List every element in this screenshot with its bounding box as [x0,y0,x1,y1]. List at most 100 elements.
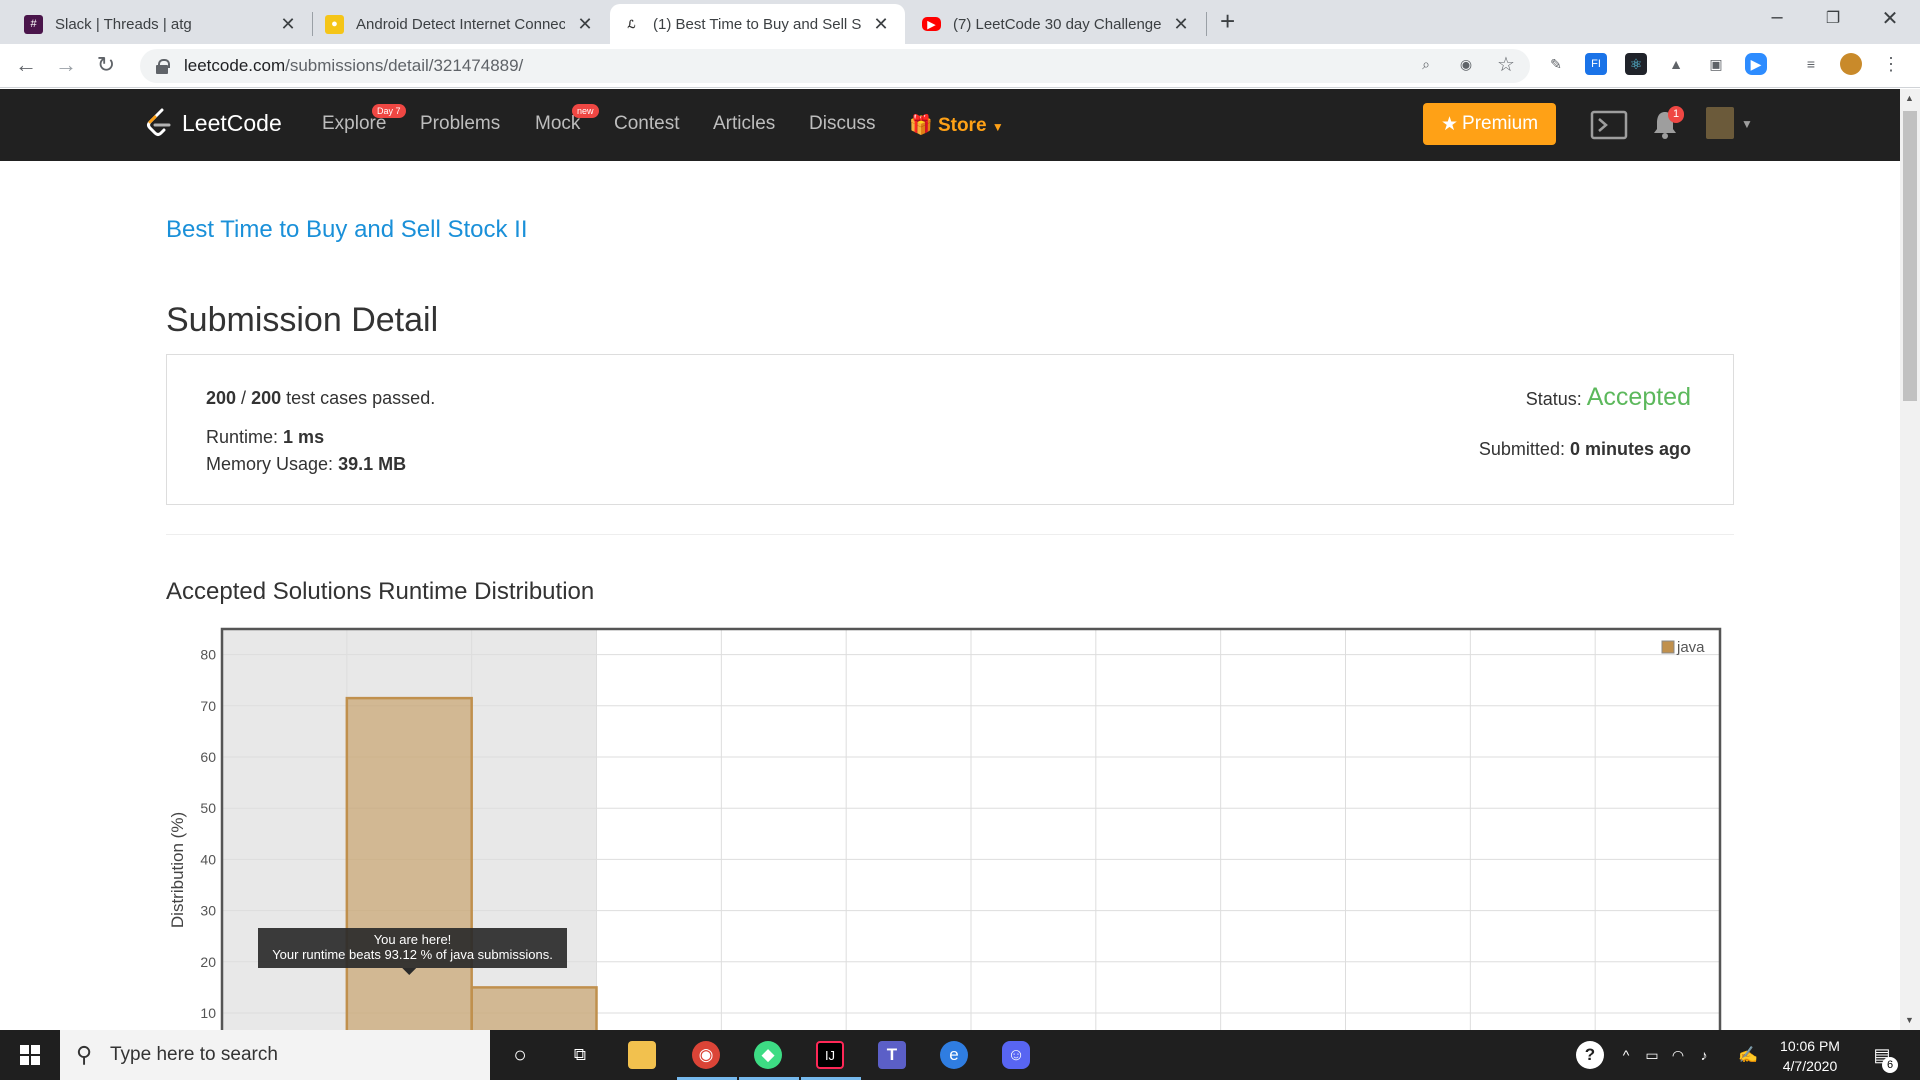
submitted-value: 0 minutes ago [1569,439,1691,459]
close-icon[interactable]: ✕ [276,14,300,35]
playground-icon[interactable] [1590,109,1628,141]
browser-tab-slack[interactable]: # Slack | Threads | atg ✕ [12,4,312,44]
discord-icon[interactable]: ☺ [1002,1041,1030,1069]
premium-button[interactable]: ★ Premium [1423,103,1556,145]
gift-icon: 🎁 [909,115,933,136]
zoom-meetings-icon[interactable]: ▶ [1745,53,1767,75]
intellij-icon[interactable]: IJ [816,1041,844,1069]
mock-new-badge: new [572,104,599,118]
help-icon[interactable]: ? [1576,1041,1604,1069]
problem-title-link[interactable]: Best Time to Buy and Sell Stock II [166,216,528,244]
y-axis-label: Distribution (%) [168,812,187,928]
back-icon[interactable]: ← [12,52,40,78]
scroll-up-icon[interactable]: ▲ [1905,93,1914,103]
y-tick-label: 60 [200,749,216,765]
user-avatar[interactable] [1706,107,1734,139]
address-bar[interactable]: leetcode.com/submissions/detail/32147488… [140,49,1530,83]
windows-start-icon[interactable] [20,1045,40,1065]
y-tick-label: 30 [200,903,216,919]
page-scrollbar[interactable]: ▲ ▼ [1900,89,1920,1030]
show-hidden-icons[interactable]: ^ [1612,1041,1640,1069]
android-tutorial-icon: ● [325,14,344,34]
legend-swatch [1661,640,1675,654]
runtime-label: Runtime: [206,427,279,447]
avatar-caret-icon[interactable]: ▼ [1741,117,1753,131]
nav-articles[interactable]: Articles [713,113,775,135]
y-tick-label: 50 [200,800,216,816]
store-label: Store [937,115,987,136]
forward-icon[interactable]: → [52,52,80,78]
notification-badge: 1 [1668,106,1685,123]
windows-taskbar: ⚲ Type here to search ○ ⧉ ◉ ◆ IJ T e ☺ ?… [0,1030,1920,1080]
page-title: Submission Detail [166,301,439,339]
close-icon[interactable]: ✕ [1169,14,1193,35]
bookmark-star-icon[interactable]: ☆ [1495,53,1517,76]
teams-icon[interactable]: T [878,1041,906,1069]
close-window-button[interactable]: ✕ [1870,6,1910,31]
test-cases-line: 200 / 200 test cases passed. [206,388,436,408]
caret-down-icon: ▼ [991,120,1004,134]
slack-icon: # [24,14,43,34]
file-explorer-icon[interactable] [628,1041,656,1069]
extension-fi-icon[interactable]: FI [1585,53,1607,75]
reload-icon[interactable]: ↻ [92,52,120,78]
android-studio-icon[interactable]: ◆ [754,1041,782,1069]
highlight-region [471,629,597,1040]
passed-count: 200 [206,388,237,408]
close-icon[interactable]: ✕ [573,14,597,35]
wifi-icon[interactable]: ◠ [1664,1041,1692,1069]
profile-avatar[interactable] [1840,53,1862,75]
battery-icon[interactable]: ▭ [1638,1041,1666,1069]
new-tab-button[interactable]: + [1220,6,1235,37]
volume-icon[interactable]: ♪ [1690,1041,1718,1069]
url-host: leetcode.com [184,56,286,75]
leetcode-logo-icon [147,108,171,136]
scrollbar-thumb[interactable] [1903,111,1917,401]
url-path: /submissions/detail/321474889/ [285,56,524,75]
status-value: Accepted [1586,383,1691,411]
camera-icon[interactable]: ▣ [1705,53,1727,75]
nav-contest[interactable]: Contest [614,113,679,135]
premium-label: Premium [1462,113,1539,134]
media-control-icon[interactable]: ≡ [1800,53,1822,75]
nav-discuss[interactable]: Discuss [809,113,876,135]
leetcode-logo[interactable]: LeetCode [144,107,282,139]
zoom-icon[interactable]: ⌕ [1415,53,1437,75]
leetcode-icon: ℒ [627,18,636,31]
browser-tab-youtube[interactable]: ▶ (7) LeetCode 30 day Challenge | D ✕ [910,4,1205,44]
system-clock[interactable]: 10:06 PM 4/7/2020 [1770,1036,1850,1076]
leetcode-navbar: LeetCode Explore Day 7 Problems Mock new… [0,89,1900,161]
highlight-region [222,629,347,1040]
nav-store[interactable]: 🎁 Store ▼ [909,113,1004,137]
eyedropper-icon[interactable]: ✎ [1545,53,1567,75]
chrome-icon[interactable]: ◉ [692,1041,720,1069]
explore-day-badge: Day 7 [372,104,406,118]
tooltip-line1: You are here! [374,932,452,947]
taskbar-search-box[interactable]: ⚲ Type here to search [60,1030,490,1080]
close-icon[interactable]: ✕ [869,14,893,35]
minimize-button[interactable]: – [1757,6,1797,29]
clock-time: 10:06 PM [1780,1038,1840,1054]
status-line: Status: Accepted [1526,383,1691,412]
cortana-icon[interactable]: ○ [506,1041,534,1069]
search-placeholder: Type here to search [110,1044,278,1065]
logo-text: LeetCode [182,109,282,136]
runtime-line: Runtime: 1 ms [206,427,324,448]
search-icon: ⚲ [76,1042,93,1067]
distribution-heading: Accepted Solutions Runtime Distribution [166,578,595,605]
scroll-down-icon[interactable]: ▼ [1905,1015,1914,1025]
edge-icon[interactable]: e [940,1041,968,1069]
hide-icon[interactable]: ◉ [1455,53,1477,75]
tooltip-line2: Your runtime beats 93.12 % of java submi… [272,947,553,962]
browser-tab-leetcode[interactable]: ℒ (1) Best Time to Buy and Sell Sto ✕ [610,4,905,44]
tab-title: (1) Best Time to Buy and Sell Sto [653,15,861,33]
menu-icon[interactable]: ⋮ [1880,53,1902,75]
pen-icon[interactable]: ✍ [1734,1041,1762,1069]
react-devtools-icon[interactable]: ⚛ [1625,53,1647,75]
runtime-value: 1 ms [283,427,325,447]
maximize-button[interactable]: ❐ [1813,8,1853,28]
nav-problems[interactable]: Problems [420,113,500,135]
drive-icon[interactable]: ▲ [1665,53,1687,75]
browser-tab-android[interactable]: ● Android Detect Internet Connect ✕ [313,4,609,44]
task-view-icon[interactable]: ⧉ [566,1041,594,1069]
